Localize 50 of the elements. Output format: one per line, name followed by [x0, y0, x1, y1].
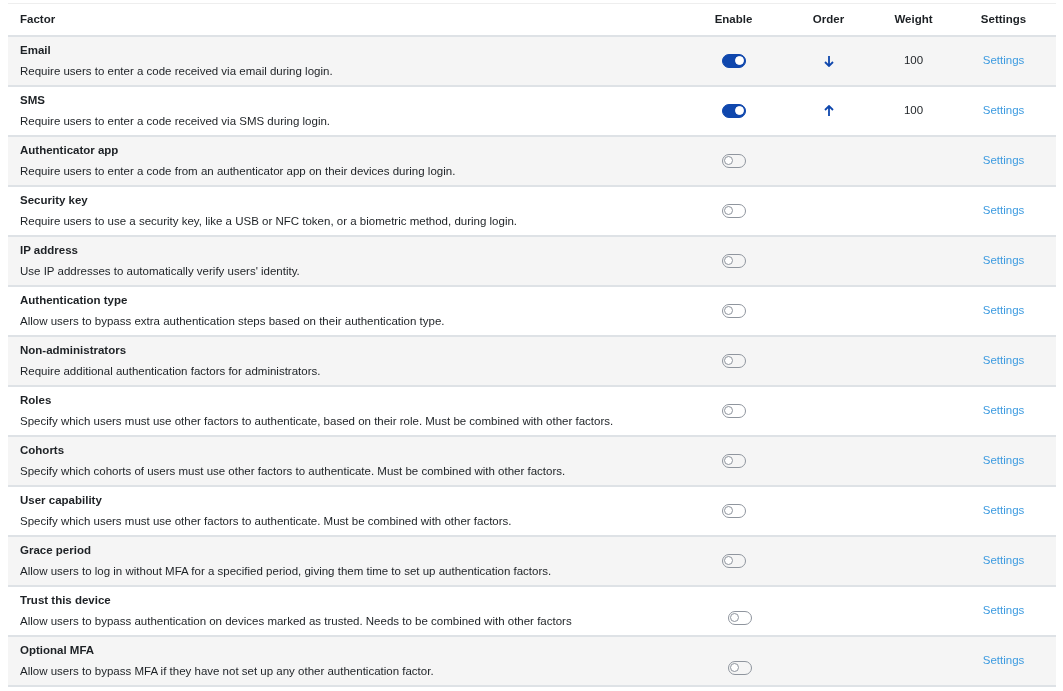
factor-name: Authenticator app	[20, 142, 120, 158]
factor-description: Require users to enter a code received via email during login.	[20, 64, 334, 79]
factor-name: User capability	[20, 492, 103, 508]
factor-name: Non-administrators	[20, 342, 128, 358]
settings-link[interactable]: Settings	[982, 654, 1025, 667]
factor-description: Require users to enter a code received via SMS during login.	[20, 114, 332, 129]
factor-name: SMS	[20, 92, 46, 108]
column-header: Settings	[980, 12, 1027, 25]
settings-link[interactable]: Settings	[982, 104, 1025, 117]
factor-description: Allow users to bypass MFA if they have not set up any other authentication factor.	[20, 664, 435, 679]
factor-name: Roles	[20, 392, 53, 408]
factor-name: Grace period	[20, 542, 92, 558]
settings-link[interactable]: Settings	[982, 254, 1025, 267]
factor-description: Require users to use a security key, like a USB or NFC token, or a biometric method, during login.	[20, 214, 519, 229]
factor-description: Allow users to bypass extra authentication steps based on their authentication type.	[20, 314, 446, 329]
factor-description: Specify which users must use other factors to authenticate, based on their role. Must be combined with other factors.	[20, 414, 615, 429]
factor-name: Cohorts	[20, 442, 66, 458]
settings-link[interactable]: Settings	[982, 404, 1025, 417]
up-arrow-icon[interactable]	[822, 105, 835, 118]
factor-description: Allow users to log in without MFA for a specified period, giving them time to set up authentication factors.	[20, 564, 553, 579]
factor-description: Specify which cohorts of users must use other factors to authenticate. Must be combined with other factors.	[20, 464, 567, 479]
settings-link[interactable]: Settings	[982, 204, 1025, 217]
column-header: Enable	[714, 12, 753, 25]
column-header: Order	[812, 12, 845, 25]
factor-name: Optional MFA	[20, 642, 96, 658]
factor-description: Allow users to bypass authentication on devices marked as trusted. Needs to be combined with other factors	[20, 614, 573, 629]
settings-link[interactable]: Settings	[982, 54, 1025, 67]
factor-name: Email	[20, 42, 52, 58]
factor-description: Specify which users must use other factors to authenticate. Must be combined with other factors.	[20, 514, 513, 529]
factor-name: Trust this device	[20, 592, 112, 608]
settings-link[interactable]: Settings	[982, 304, 1025, 317]
factor-description: Use IP addresses to automatically verify users' identity.	[20, 264, 301, 279]
factor-name: IP address	[20, 242, 79, 258]
column-header: Factor	[20, 12, 56, 25]
toggle-switch[interactable]	[721, 104, 746, 119]
settings-link[interactable]: Settings	[982, 354, 1025, 367]
weight-value: 100	[903, 54, 924, 67]
settings-link[interactable]: Settings	[982, 504, 1025, 517]
factor-description: Require additional authentication factors for administrators.	[20, 364, 322, 379]
settings-link[interactable]: Settings	[982, 154, 1025, 167]
down-arrow-icon[interactable]	[822, 55, 835, 68]
settings-link[interactable]: Settings	[982, 604, 1025, 617]
settings-link[interactable]: Settings	[982, 454, 1025, 467]
toggle-switch[interactable]	[721, 54, 746, 69]
factor-name: Security key	[20, 192, 89, 208]
column-header: Weight	[894, 12, 933, 25]
settings-link[interactable]: Settings	[982, 554, 1025, 567]
weight-value: 100	[903, 104, 924, 117]
factor-description: Require users to enter a code from an authenticator app on their devices during login.	[20, 164, 457, 179]
factor-name: Authentication type	[20, 292, 129, 308]
